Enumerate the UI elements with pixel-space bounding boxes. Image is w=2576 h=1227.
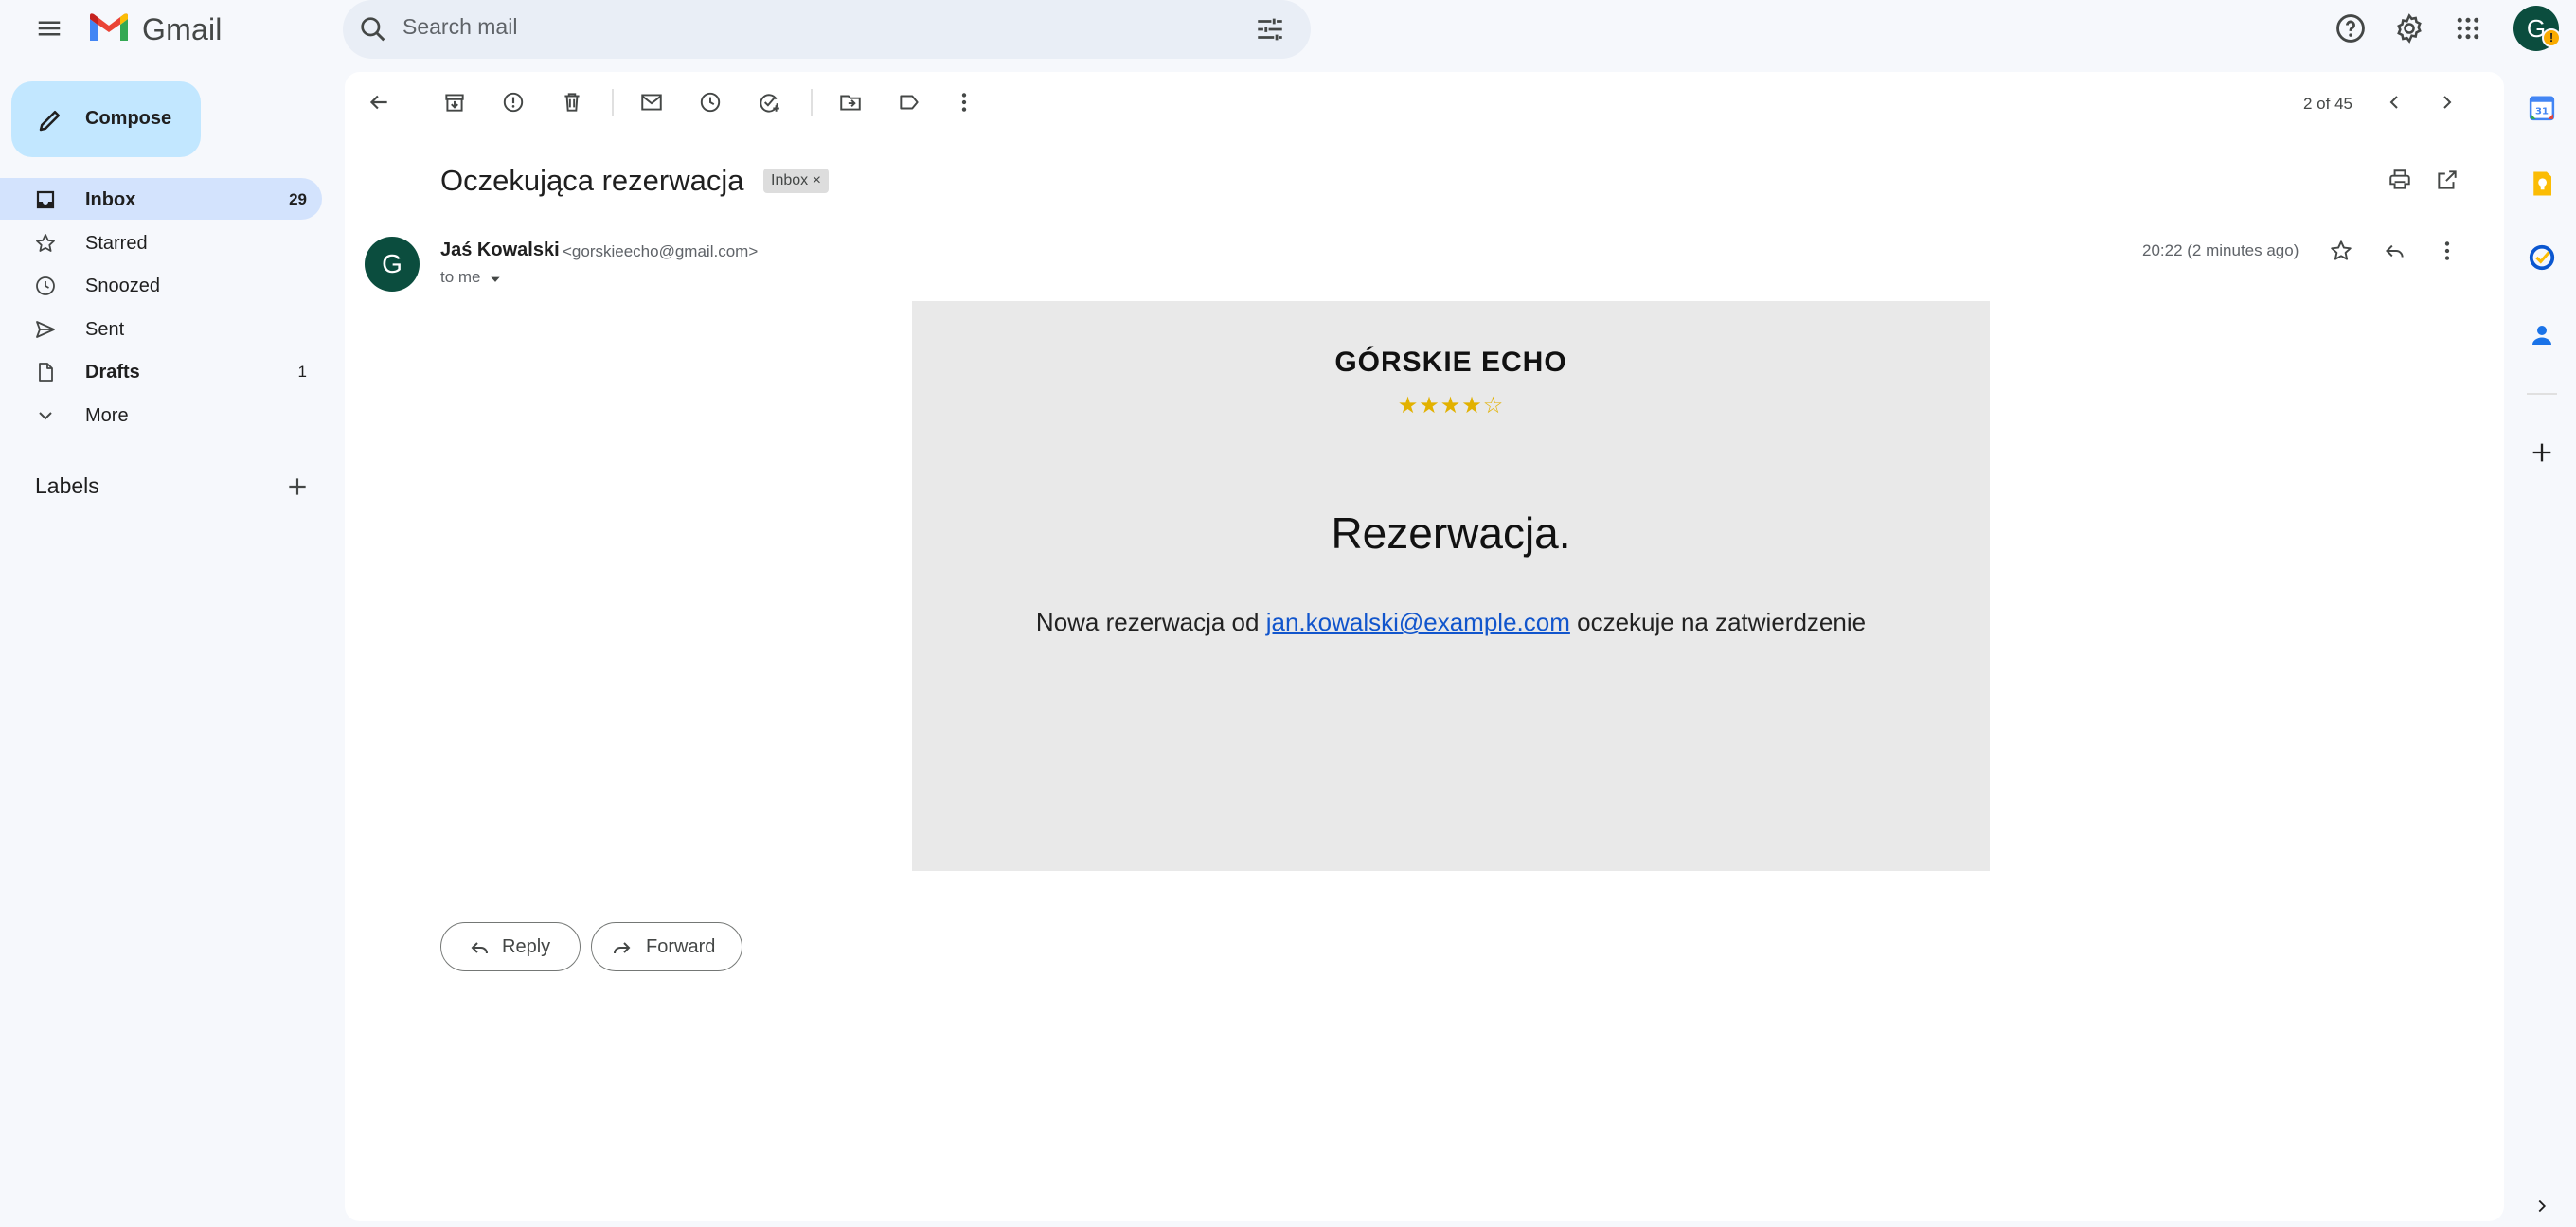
sender-avatar-letter: G xyxy=(382,249,402,278)
side-panel-divider xyxy=(2527,393,2557,395)
gmail-logo-icon[interactable] xyxy=(87,11,131,44)
draft-count: 1 xyxy=(297,363,307,381)
reply-icon xyxy=(468,936,491,959)
top-bar: Gmail Search mail G ! xyxy=(0,0,2576,59)
tasks-icon[interactable] xyxy=(2523,239,2561,276)
sidebar-item-starred[interactable]: Starred xyxy=(0,222,322,263)
hotel-name: GÓRSKIE ECHO xyxy=(1334,347,1567,378)
sidebar-item-inbox[interactable]: Inbox 29 xyxy=(0,178,322,220)
trash-icon[interactable] xyxy=(553,83,591,121)
sidebar-item-label: Sent xyxy=(85,319,125,340)
calendar-icon[interactable]: 31 xyxy=(2523,89,2561,127)
sidebar-item-label: Snoozed xyxy=(85,276,160,296)
chip-label: Inbox xyxy=(771,172,809,188)
message-prefix: Nowa rezerwacja od xyxy=(1035,608,1266,636)
star-icon xyxy=(34,232,57,255)
forward-icon xyxy=(611,936,634,959)
pagination-count: 2 of 45 xyxy=(2303,95,2352,113)
contacts-icon[interactable] xyxy=(2523,316,2561,354)
forward-label: Forward xyxy=(646,936,716,957)
gmail-wordmark: Gmail xyxy=(142,12,223,46)
main-menu-icon[interactable] xyxy=(28,8,70,49)
reply-arrow-icon[interactable] xyxy=(2375,232,2413,270)
remove-label-icon[interactable]: × xyxy=(813,172,821,188)
email-message: Nowa rezerwacja od jan.kowalski@example.… xyxy=(912,608,1990,637)
sidebar-item-label: More xyxy=(85,405,129,426)
sidebar-item-drafts[interactable]: Drafts 1 xyxy=(0,350,322,392)
more-vert-icon[interactable] xyxy=(945,83,983,121)
settings-gear-icon[interactable] xyxy=(2390,9,2428,47)
message-more-vert-icon[interactable] xyxy=(2428,232,2466,270)
snooze-clock-icon[interactable] xyxy=(691,83,729,121)
reply-button[interactable]: Reply xyxy=(440,922,581,971)
label-tag-icon[interactable] xyxy=(890,83,928,121)
print-icon[interactable] xyxy=(2381,161,2419,199)
email-timestamp: 20:22 (2 minutes ago) xyxy=(2142,241,2299,259)
archive-icon[interactable] xyxy=(436,83,474,121)
star-rating: ★★★★☆ xyxy=(1397,393,1505,418)
report-spam-icon[interactable] xyxy=(494,83,532,121)
search-options-icon[interactable] xyxy=(1254,13,1286,45)
sender-avatar[interactable]: G xyxy=(365,237,420,292)
keep-notes-icon[interactable] xyxy=(2523,165,2561,203)
toolbar-divider xyxy=(811,89,813,116)
clock-icon xyxy=(34,275,57,297)
reply-label: Reply xyxy=(502,936,551,957)
sender-email: <gorskieecho@gmail.com> xyxy=(563,242,759,260)
account-alert-icon: ! xyxy=(2542,28,2561,47)
email-subject: Oczekująca rezerwacja xyxy=(440,164,744,197)
chevron-down-icon xyxy=(34,404,57,427)
help-icon[interactable] xyxy=(2332,9,2370,47)
pencil-icon xyxy=(36,106,64,134)
star-toggle-icon[interactable] xyxy=(2322,232,2360,270)
sidebar-item-label: Drafts xyxy=(85,362,140,382)
toolbar-divider xyxy=(612,89,614,116)
search-input[interactable]: Search mail xyxy=(402,14,517,40)
recipient-details[interactable]: to me xyxy=(440,268,481,287)
labels-heading: Labels xyxy=(35,473,99,498)
sidebar-item-snoozed[interactable]: Snoozed xyxy=(0,264,322,306)
inbox-label-chip[interactable]: Inbox × xyxy=(763,169,829,193)
recipient-dropdown-icon[interactable] xyxy=(489,273,502,286)
sidebar-item-label: Starred xyxy=(85,233,148,254)
newer-chevron-left-icon[interactable] xyxy=(2375,83,2413,121)
search-icon[interactable] xyxy=(358,14,388,44)
add-addon-plus-icon[interactable] xyxy=(2523,434,2561,471)
unread-count: 29 xyxy=(289,190,307,208)
email-link[interactable]: jan.kowalski@example.com xyxy=(1266,608,1570,636)
add-to-tasks-icon[interactable] xyxy=(750,83,788,121)
recipient-text: to me xyxy=(440,268,481,286)
inbox-icon xyxy=(34,188,57,211)
sender-name[interactable]: Jaś Kowalski xyxy=(440,240,560,261)
message-suffix: oczekuje na zatwierdzenie xyxy=(1569,608,1867,636)
calendar-day: 31 xyxy=(2535,106,2549,116)
email-heading: Rezerwacja. xyxy=(1331,508,1571,558)
sidebar-item-label: Inbox xyxy=(85,189,136,210)
search-bar[interactable]: Search mail xyxy=(343,0,1311,59)
sidebar-item-more[interactable]: More xyxy=(0,394,322,436)
mark-unread-icon[interactable] xyxy=(633,83,671,121)
send-icon xyxy=(34,318,57,341)
older-chevron-right-icon[interactable] xyxy=(2428,83,2466,121)
draft-file-icon xyxy=(34,361,57,383)
compose-button[interactable]: Compose xyxy=(11,81,201,157)
open-new-window-icon[interactable] xyxy=(2428,161,2466,199)
apps-grid-icon[interactable] xyxy=(2449,9,2487,47)
forward-button[interactable]: Forward xyxy=(591,922,742,971)
move-to-folder-icon[interactable] xyxy=(832,83,869,121)
back-arrow-icon[interactable] xyxy=(360,83,398,121)
compose-label: Compose xyxy=(85,108,172,129)
email-body: GÓRSKIE ECHO ★★★★☆ Rezerwacja. Nowa reze… xyxy=(912,301,1990,871)
sidebar-item-sent[interactable]: Sent xyxy=(0,308,322,349)
add-label-plus-icon[interactable] xyxy=(278,468,316,506)
show-side-panel-chevron-icon[interactable] xyxy=(2523,1187,2561,1225)
